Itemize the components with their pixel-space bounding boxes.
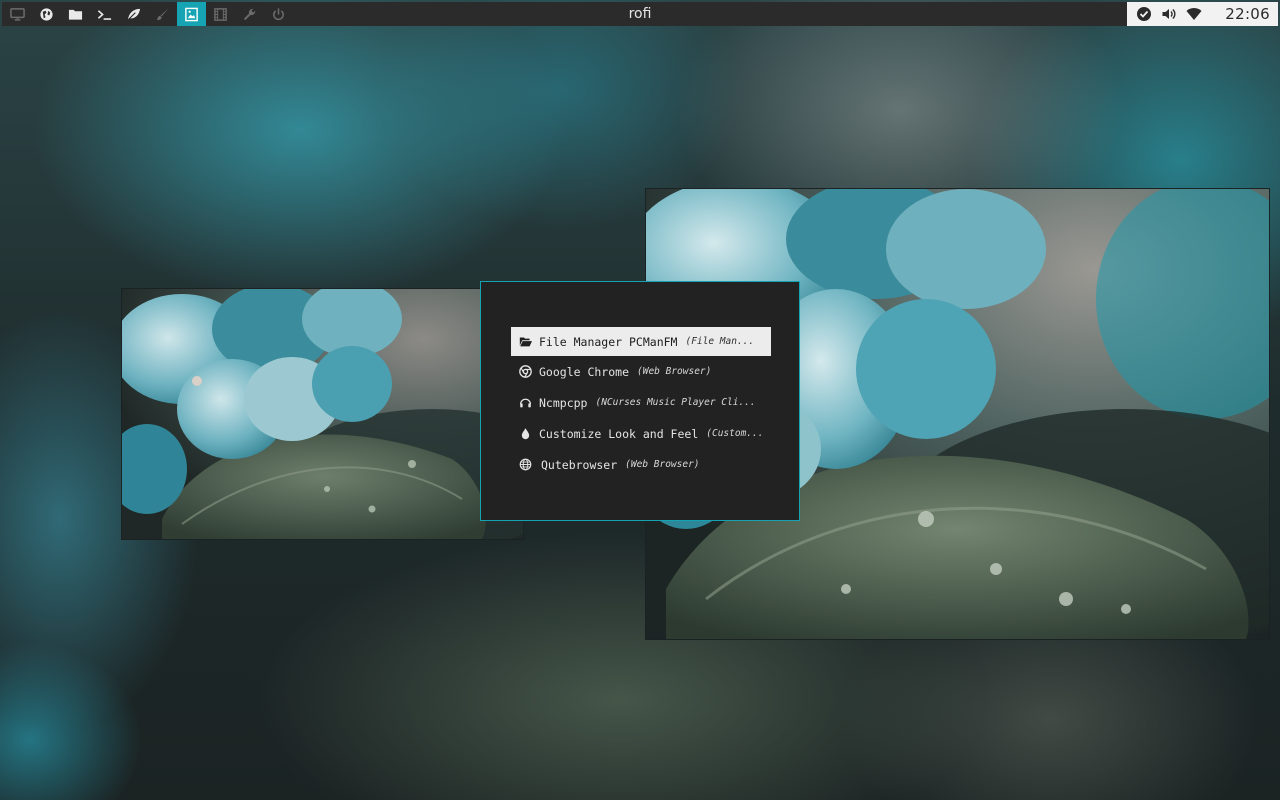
monitor-icon [9,7,25,21]
rofi-item-name: Google Chrome [539,364,630,379]
top-panel: rofi 22:06 [2,2,1278,26]
workspace-brush-icon[interactable] [148,2,177,26]
folder-icon [68,9,83,20]
workspace-terminal-icon[interactable] [90,2,119,26]
desktop-wallpaper: rofi 22:06 File Manager PCManFM (File Ma… [0,0,1280,800]
rofi-item-description: (Web Browser) [637,366,712,377]
terminal-icon [97,9,112,20]
film-icon [214,7,227,21]
brush-icon [156,7,169,20]
workspace-leaf-icon[interactable] [119,2,148,26]
leaf-icon [127,8,141,21]
image-viewer-window-left[interactable] [121,288,524,540]
globe-icon [40,7,53,21]
workspace-switcher [2,2,293,26]
workspace-folder-icon[interactable] [61,2,90,26]
rofi-item-name: Qutebrowser [541,457,618,472]
rofi-item-customize-look[interactable]: Customize Look and Feel (Custom... [511,418,771,449]
rofi-item-description: (Custom... [706,428,764,439]
rofi-item-ncmpcpp[interactable]: Ncmpcpp (NCurses Music Player Cli... [511,387,771,418]
rofi-item-name: File Manager PCManFM [539,334,678,349]
volume-icon[interactable] [1161,6,1177,22]
workspace-film-icon[interactable] [206,2,235,26]
workspace-wrench-icon[interactable] [235,2,264,26]
image-icon [185,7,198,21]
chrome-icon [519,365,532,378]
rofi-item-google-chrome[interactable]: Google Chrome (Web Browser) [511,356,771,387]
rofi-item-pcmanfm[interactable]: File Manager PCManFM (File Man... [511,327,771,356]
workspace-monitor-icon[interactable] [2,2,32,26]
rofi-item-qutebrowser[interactable]: Qutebrowser (Web Browser) [511,449,771,480]
workspace-globe-icon[interactable] [32,2,61,26]
power-icon [273,7,284,20]
clock[interactable]: 22:06 [1225,5,1270,23]
headphones-icon [519,398,532,408]
rofi-launcher: File Manager PCManFM (File Man... Google… [480,281,800,521]
globe-icon [519,458,532,471]
rofi-item-description: (Web Browser) [625,459,700,470]
workspace-power-icon[interactable] [264,2,293,26]
check-circle-icon[interactable] [1136,6,1152,22]
system-tray: 22:06 [1127,2,1278,26]
wifi-icon[interactable] [1186,6,1202,22]
rofi-item-description: (File Man... [685,336,755,347]
hydrangea-photo [122,289,523,539]
rofi-item-name: Customize Look and Feel [539,426,699,441]
rofi-item-name: Ncmpcpp [539,395,588,410]
workspace-image-icon[interactable] [177,2,206,26]
droplet-icon [521,428,530,440]
rofi-item-description: (NCurses Music Player Cli... [595,397,756,408]
folder-open-icon [519,337,532,347]
wrench-icon [243,8,256,20]
rofi-result-list: File Manager PCManFM (File Man... Google… [511,327,771,480]
